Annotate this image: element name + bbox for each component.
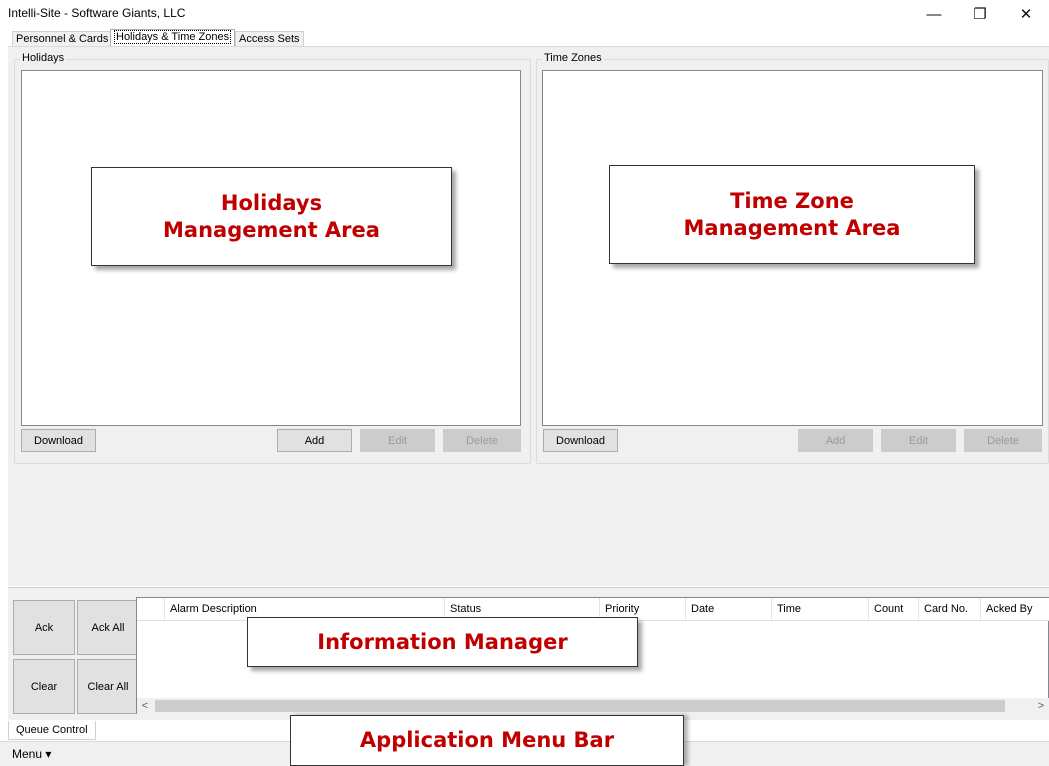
- holidays-download-button[interactable]: Download: [21, 429, 96, 452]
- ack-button[interactable]: Ack: [13, 600, 75, 655]
- holidays-delete-button[interactable]: Delete: [443, 429, 521, 452]
- tab-holidays-time-zones[interactable]: Holidays & Time Zones: [110, 29, 236, 47]
- tab-access-sets[interactable]: Access Sets: [235, 31, 304, 47]
- ack-all-button[interactable]: Ack All: [77, 600, 139, 655]
- scroll-left-icon[interactable]: <: [137, 698, 153, 714]
- window-title: Intelli-Site - Software Giants, LLC: [8, 6, 186, 20]
- time-zones-caption: Time Zones: [542, 52, 604, 64]
- close-button[interactable]: ✕: [1003, 0, 1049, 28]
- alarm-grid-scrollbar[interactable]: < >: [137, 698, 1049, 714]
- title-bar: Intelli-Site - Software Giants, LLC — ❐ …: [0, 0, 1049, 28]
- column-card-no[interactable]: Card No.: [919, 598, 981, 620]
- time-zones-download-button[interactable]: Download: [543, 429, 618, 452]
- time-zone-management-callout: Time Zone Management Area: [609, 165, 975, 264]
- callout-line: Holidays: [220, 191, 323, 216]
- holidays-edit-button[interactable]: Edit: [360, 429, 435, 452]
- tab-label: Personnel & Cards: [16, 33, 109, 45]
- scroll-right-icon[interactable]: >: [1033, 698, 1049, 714]
- callout-line: Management Area: [163, 217, 380, 242]
- restore-button[interactable]: ❐: [957, 0, 1003, 28]
- time-zones-add-button[interactable]: Add: [798, 429, 873, 452]
- holidays-caption: Holidays: [20, 52, 67, 64]
- application-menu-bar-callout: Application Menu Bar: [290, 715, 684, 766]
- column-count[interactable]: Count: [869, 598, 919, 620]
- tab-personnel-cards[interactable]: Personnel & Cards: [12, 31, 113, 47]
- holidays-management-callout: Holidays Management Area: [91, 167, 452, 266]
- row-selector-header: [137, 598, 165, 620]
- tab-label: Holidays & Time Zones: [114, 30, 232, 44]
- scroll-thumb[interactable]: [155, 700, 1005, 712]
- time-zones-edit-button[interactable]: Edit: [881, 429, 956, 452]
- queue-control-tab[interactable]: Queue Control: [8, 721, 96, 740]
- column-acked-by[interactable]: Acked By: [981, 598, 1049, 620]
- clear-button[interactable]: Clear: [13, 659, 75, 714]
- callout-line: Management Area: [683, 215, 901, 240]
- information-manager-callout: Information Manager: [247, 617, 638, 667]
- callout-line: Time Zone: [730, 189, 854, 214]
- close-icon: ✕: [1019, 6, 1033, 23]
- restore-icon: ❐: [973, 6, 987, 23]
- time-zones-delete-button[interactable]: Delete: [964, 429, 1042, 452]
- column-date[interactable]: Date: [686, 598, 772, 620]
- holidays-add-button[interactable]: Add: [277, 429, 352, 452]
- column-time[interactable]: Time: [772, 598, 869, 620]
- minimize-icon: —: [926, 5, 942, 23]
- minimize-button[interactable]: —: [911, 0, 957, 28]
- clear-all-button[interactable]: Clear All: [77, 659, 139, 714]
- menu-dropdown[interactable]: Menu ▾: [12, 747, 51, 761]
- tab-label: Access Sets: [239, 33, 300, 45]
